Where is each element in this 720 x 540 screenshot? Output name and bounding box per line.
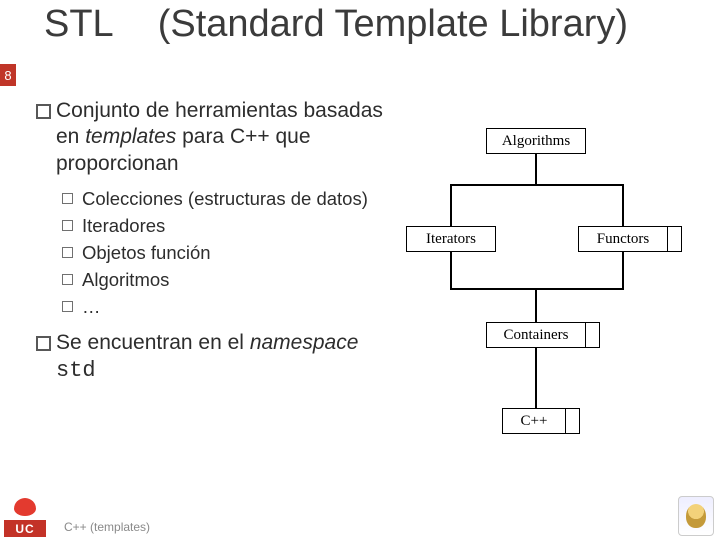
- diagram-box-containers-ext: [586, 322, 600, 348]
- diagram-box-algorithms: Algorithms: [486, 128, 586, 154]
- diagram-box-functors-ext: [668, 226, 682, 252]
- ns-part-a: Se encuentran en el: [56, 331, 250, 354]
- diagram-box-functors: Functors: [578, 226, 668, 252]
- diagram-line: [535, 348, 537, 408]
- ns-code: std: [56, 358, 96, 383]
- footer-text: C++ (templates): [64, 520, 150, 534]
- logo-right-crest: [678, 496, 714, 536]
- diagram-box-containers: Containers: [486, 322, 586, 348]
- ns-italic: namespace: [250, 331, 359, 354]
- diagram-line: [535, 288, 537, 322]
- subbullet-iterators: Iteradores: [36, 214, 386, 237]
- page-number-marker: 8: [0, 64, 16, 86]
- diagram-box-iterators: Iterators: [406, 226, 496, 252]
- title-acronym: STL: [44, 3, 114, 45]
- content: Conjunto de herramientas basadas en temp…: [0, 94, 720, 540]
- flame-icon: [14, 498, 36, 516]
- logo-uc-text: UC: [4, 520, 46, 537]
- bullet-intro: Conjunto de herramientas basadas en temp…: [36, 98, 386, 177]
- diagram-line: [535, 154, 537, 184]
- diagram-box-cpp: C++: [502, 408, 566, 434]
- diagram: Algorithms Iterators Functors Containers…: [386, 98, 710, 540]
- subbullet-ellipsis: …: [36, 295, 386, 318]
- subbullet-collections: Colecciones (estructuras de datos): [36, 187, 386, 210]
- diagram-line: [450, 288, 624, 290]
- footer: UC C++ (templates): [0, 494, 720, 540]
- slide-title: STL (Standard Template Library): [16, 4, 720, 46]
- subbullet-algorithms: Algoritmos: [36, 268, 386, 291]
- title-expansion: (Standard Template Library): [158, 3, 628, 45]
- diagram-line: [450, 252, 452, 288]
- diagram-line: [450, 184, 452, 226]
- subbullet-functors: Objetos función: [36, 241, 386, 264]
- diagram-box-cpp-ext: [566, 408, 580, 434]
- slide: 8 STL (Standard Template Library) Conjunt…: [0, 0, 720, 540]
- header: 8 STL (Standard Template Library): [0, 0, 720, 94]
- text-column: Conjunto de herramientas basadas en temp…: [36, 98, 386, 540]
- diagram-line: [450, 184, 622, 186]
- bullet-namespace: Se encuentran en el namespace std: [36, 330, 386, 384]
- logo-uc: UC: [4, 498, 46, 538]
- intro-italic: templates: [85, 125, 176, 148]
- diagram-line: [622, 252, 624, 288]
- diagram-line: [622, 184, 624, 226]
